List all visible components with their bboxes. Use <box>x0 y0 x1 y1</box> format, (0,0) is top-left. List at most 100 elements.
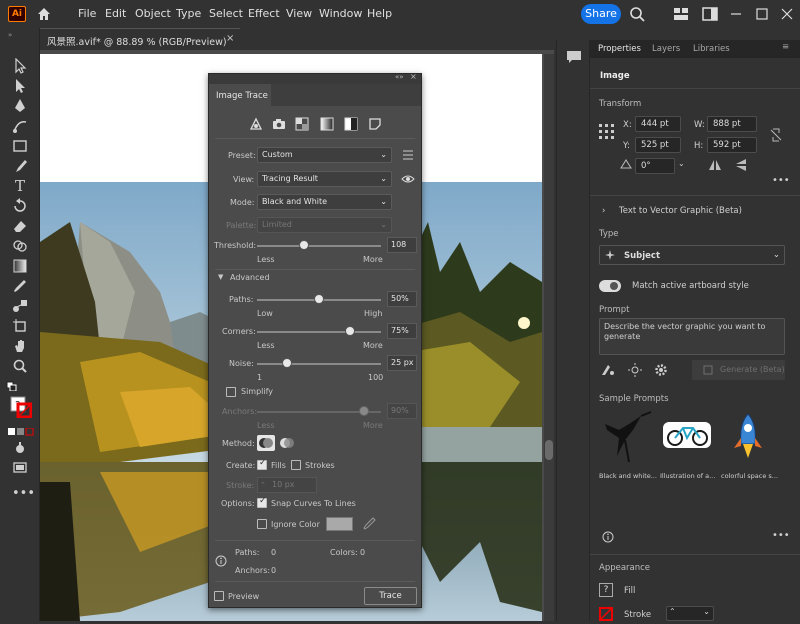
advanced-triangle-icon[interactable]: ▼ <box>218 273 223 281</box>
fill-swatch[interactable]: ? <box>599 583 613 597</box>
preset-menu-icon[interactable] <box>402 150 414 160</box>
overlapping-method-button[interactable] <box>278 435 296 451</box>
image-trace-tab[interactable]: Image Trace <box>209 84 271 106</box>
info-icon[interactable] <box>602 531 614 543</box>
eyedropper-icon[interactable] <box>362 517 376 531</box>
tab-layers[interactable]: Layers <box>652 44 680 54</box>
constrain-proportions-icon[interactable] <box>770 128 782 142</box>
eyedropper-tool-icon[interactable] <box>12 278 28 294</box>
mode-select[interactable]: Black and White ⌄ <box>257 194 392 210</box>
y-field[interactable]: 525 pt <box>635 137 681 153</box>
close-window-icon[interactable] <box>781 8 793 20</box>
fills-checkbox[interactable] <box>257 458 267 470</box>
settings-gear-icon[interactable] <box>654 363 668 377</box>
gradient-tool-icon[interactable] <box>12 258 28 274</box>
document-tab[interactable]: 风景照.avif* @ 88.89 % (RGB/Preview) × <box>40 28 240 50</box>
strokes-checkbox[interactable] <box>291 460 301 470</box>
collapse-panel-icon[interactable]: «» <box>395 73 404 81</box>
preset-select[interactable]: Custom ⌄ <box>257 147 392 163</box>
menu-type[interactable]: Type <box>176 7 201 20</box>
flip-horizontal-icon[interactable] <box>708 159 722 171</box>
sample-prompt-crane[interactable] <box>599 408 654 468</box>
hand-tool-icon[interactable] <box>12 338 28 354</box>
edit-toolbar-icon[interactable]: ••• <box>12 486 35 502</box>
workspace-icon[interactable] <box>702 7 718 21</box>
h-field[interactable]: 592 pt <box>707 137 757 153</box>
prompt-input[interactable]: Describe the vector graphic you want to … <box>599 318 785 355</box>
menu-edit[interactable]: Edit <box>105 7 126 20</box>
arrange-documents-icon[interactable] <box>673 7 689 21</box>
maximize-icon[interactable] <box>756 8 768 20</box>
w-field[interactable]: 888 pt <box>707 116 757 132</box>
zoom-tool-icon[interactable] <box>12 358 28 374</box>
tab-libraries[interactable]: Libraries <box>693 44 730 54</box>
paintbrush-tool-icon[interactable] <box>12 158 28 174</box>
info-icon-trace[interactable] <box>215 555 227 567</box>
generate-button[interactable]: Generate (Beta) <box>692 360 785 380</box>
stroke-weight-field[interactable]: ⌃ ⌄ <box>666 606 714 621</box>
vertical-scrollbar[interactable] <box>544 54 554 621</box>
menu-select[interactable]: Select <box>209 7 243 20</box>
swap-colors-icon[interactable] <box>6 381 18 394</box>
direct-selection-tool-icon[interactable] <box>12 78 28 94</box>
paths-field[interactable]: 50% <box>387 291 417 307</box>
type-select[interactable]: Subject ⌄ <box>599 245 785 265</box>
search-icon[interactable] <box>629 6 645 22</box>
camera-preset-icon[interactable] <box>272 118 286 130</box>
view-select[interactable]: Tracing Result ⌄ <box>257 171 392 187</box>
screen-mode-icon[interactable] <box>12 460 28 476</box>
angle-field[interactable]: 0° <box>635 158 675 174</box>
selection-tool-icon[interactable] <box>12 57 28 74</box>
rotate-tool-icon[interactable] <box>12 198 28 214</box>
auto-color-preset-icon[interactable] <box>249 117 263 131</box>
home-icon[interactable] <box>36 6 52 22</box>
style-picker-icon[interactable] <box>600 363 616 377</box>
stroke-dropdown-icon[interactable]: ⌄ <box>703 605 710 619</box>
blend-tool-icon[interactable] <box>12 298 28 314</box>
corners-slider-knob[interactable] <box>345 326 355 336</box>
flip-vertical-icon[interactable] <box>735 158 747 172</box>
curvature-tool-icon[interactable] <box>12 118 28 134</box>
corners-slider[interactable] <box>257 331 381 333</box>
shape-builder-tool-icon[interactable] <box>12 238 28 254</box>
stroke-swatch[interactable] <box>599 607 613 621</box>
pen-tool-icon[interactable] <box>12 98 28 114</box>
paths-slider-knob[interactable] <box>314 294 324 304</box>
fill-stroke-swatch[interactable]: ? <box>10 396 33 419</box>
noise-slider[interactable] <box>257 363 381 365</box>
preview-checkbox[interactable] <box>214 591 224 601</box>
draw-mode-icon[interactable] <box>12 440 28 456</box>
vertical-scroll-thumb[interactable] <box>545 440 553 460</box>
menu-view[interactable]: View <box>286 7 312 20</box>
more-options-icon-2[interactable]: ••• <box>772 530 790 541</box>
threshold-field[interactable]: 108 <box>387 237 417 253</box>
chevron-right-icon[interactable]: › <box>602 206 605 216</box>
low-fidelity-photo-preset-icon[interactable] <box>295 117 309 131</box>
close-tab-icon[interactable]: × <box>226 33 234 44</box>
close-panel-icon[interactable]: × <box>410 72 417 81</box>
minimize-icon[interactable] <box>730 9 742 19</box>
panel-collapse-icon[interactable]: » <box>8 31 32 37</box>
artboard-tool-icon[interactable] <box>12 318 28 334</box>
abutting-method-button[interactable] <box>257 435 275 451</box>
match-style-toggle[interactable] <box>599 280 621 292</box>
menu-help[interactable]: Help <box>367 7 392 20</box>
menu-object[interactable]: Object <box>135 7 171 20</box>
panel-menu-icon[interactable]: ≡ <box>782 42 789 52</box>
threshold-slider[interactable] <box>257 245 381 247</box>
text-to-vector-heading[interactable]: Text to Vector Graphic (Beta) <box>619 206 742 216</box>
menu-window[interactable]: Window <box>319 7 362 20</box>
share-button[interactable]: Share <box>581 4 621 24</box>
more-options-icon[interactable]: ••• <box>772 175 790 186</box>
noise-field[interactable]: 25 px <box>387 355 417 371</box>
effects-icon[interactable] <box>627 363 643 377</box>
angle-dropdown-icon[interactable]: ⌄ <box>678 159 685 168</box>
type-tool-icon[interactable]: T <box>12 178 28 194</box>
trace-button[interactable]: Trace <box>364 587 417 605</box>
menu-effect[interactable]: Effect <box>248 7 280 20</box>
snap-curves-checkbox[interactable] <box>257 496 267 508</box>
sample-prompt-bicycle[interactable] <box>660 408 715 468</box>
corners-field[interactable]: 75% <box>387 323 417 339</box>
sample-prompt-rocket[interactable] <box>721 408 776 468</box>
rectangle-tool-icon[interactable] <box>12 138 28 154</box>
